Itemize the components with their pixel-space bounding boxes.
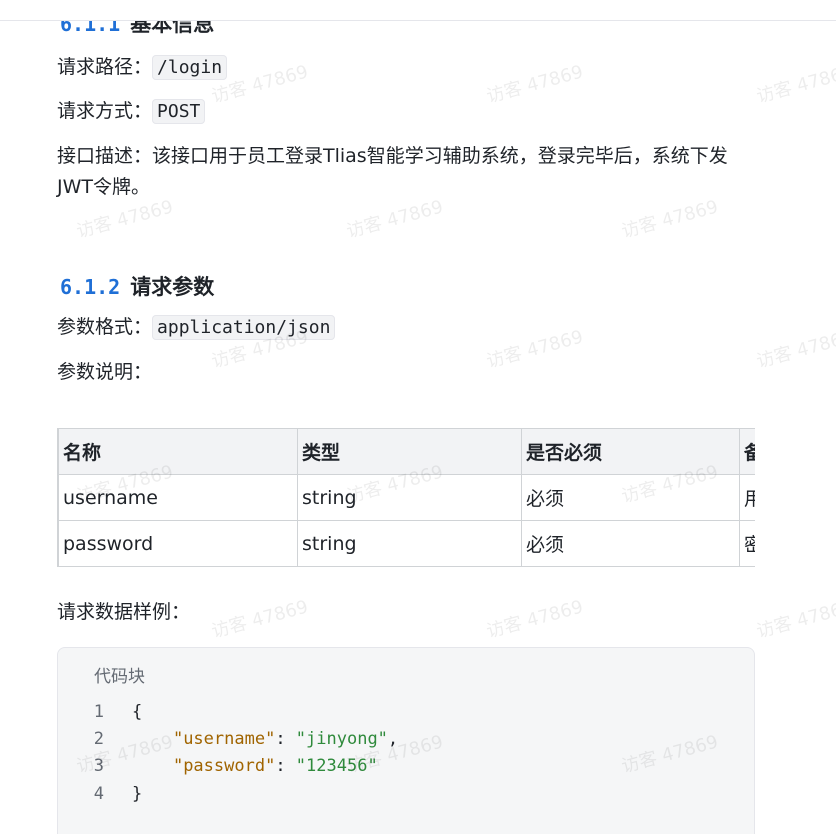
- code-token: :: [275, 729, 296, 749]
- section-title: 请求参数: [130, 275, 215, 299]
- request-method-line: 请求方式： POST: [57, 96, 206, 127]
- watermark: 访客 47869: [754, 596, 836, 643]
- code-token: }: [132, 784, 143, 804]
- header-name: 名称: [58, 428, 298, 475]
- cell-type: string: [297, 474, 522, 521]
- watermark: 访客 47869: [754, 61, 836, 108]
- watermark: 访客 47869: [209, 596, 311, 643]
- line-number: 1: [93, 702, 104, 722]
- interface-description: 接口描述：该接口用于员工登录Tlias智能学习辅助系统，登录完毕后，系统下发JW…: [57, 145, 728, 198]
- params-table: 名称 类型 是否必须 备 username string 必须 用 passwo…: [58, 428, 755, 567]
- table-header-row: 名称 类型 是否必须 备: [58, 428, 755, 475]
- sample-label: 请求数据样例：: [57, 601, 191, 623]
- cell-required: 必须: [521, 520, 740, 567]
- json-string: "123456": [295, 756, 378, 776]
- param-format-line: 参数格式： application/json: [57, 312, 336, 343]
- line-number: 3: [93, 756, 104, 776]
- table-row: password string 必须 密: [58, 520, 755, 567]
- cell-name: password: [58, 520, 298, 567]
- code-line: 1{: [58, 699, 143, 726]
- request-path-line: 请求路径：/login: [57, 52, 228, 83]
- header-type: 类型: [297, 428, 522, 475]
- cell-name: username: [58, 474, 298, 521]
- cell-remark: 用: [739, 474, 755, 521]
- watermark: 访客 47869: [484, 596, 586, 643]
- watermark: 访客 47869: [484, 61, 586, 108]
- param-desc-label: 参数说明：: [57, 361, 153, 383]
- section-number: 6.1.2: [60, 275, 121, 299]
- top-bar: [0, 0, 836, 21]
- code-block: 代码块 1{ 2 "username": "jinyong", 3 "passw…: [57, 647, 755, 834]
- json-key: "username": [172, 729, 276, 749]
- code-line: 3 "password": "123456": [58, 753, 378, 780]
- json-key: "password": [172, 756, 276, 776]
- watermark: 访客 47869: [484, 326, 586, 373]
- cell-remark: 密: [739, 520, 755, 567]
- code-line: 4}: [58, 781, 143, 808]
- param-format-label: 参数格式：: [57, 316, 153, 338]
- cell-type: string: [297, 520, 522, 567]
- param-format-value: application/json: [152, 315, 336, 340]
- request-path-label: 请求路径：: [57, 56, 153, 78]
- code-token: {: [132, 702, 143, 722]
- params-table-scroll[interactable]: 名称 类型 是否必须 备 username string 必须 用 passwo…: [57, 428, 755, 567]
- code-token: ,: [387, 729, 399, 749]
- code-token: :: [275, 756, 296, 776]
- json-string: "jinyong": [295, 729, 388, 749]
- section-heading-request-params: 6.1.2 请求参数: [60, 271, 214, 301]
- code-line: 2 "username": "jinyong",: [58, 726, 398, 753]
- request-path-value: /login: [152, 55, 228, 80]
- line-number: 2: [93, 729, 104, 749]
- code-block-title: 代码块: [94, 667, 145, 687]
- cell-required: 必须: [521, 474, 740, 521]
- header-remark: 备: [739, 428, 755, 475]
- request-method-value: POST: [152, 99, 206, 124]
- table-row: username string 必须 用: [58, 474, 755, 521]
- header-required: 是否必须: [521, 428, 740, 475]
- request-method-label: 请求方式：: [57, 100, 153, 122]
- line-number: 4: [93, 784, 104, 804]
- watermark: 访客 47869: [754, 326, 836, 373]
